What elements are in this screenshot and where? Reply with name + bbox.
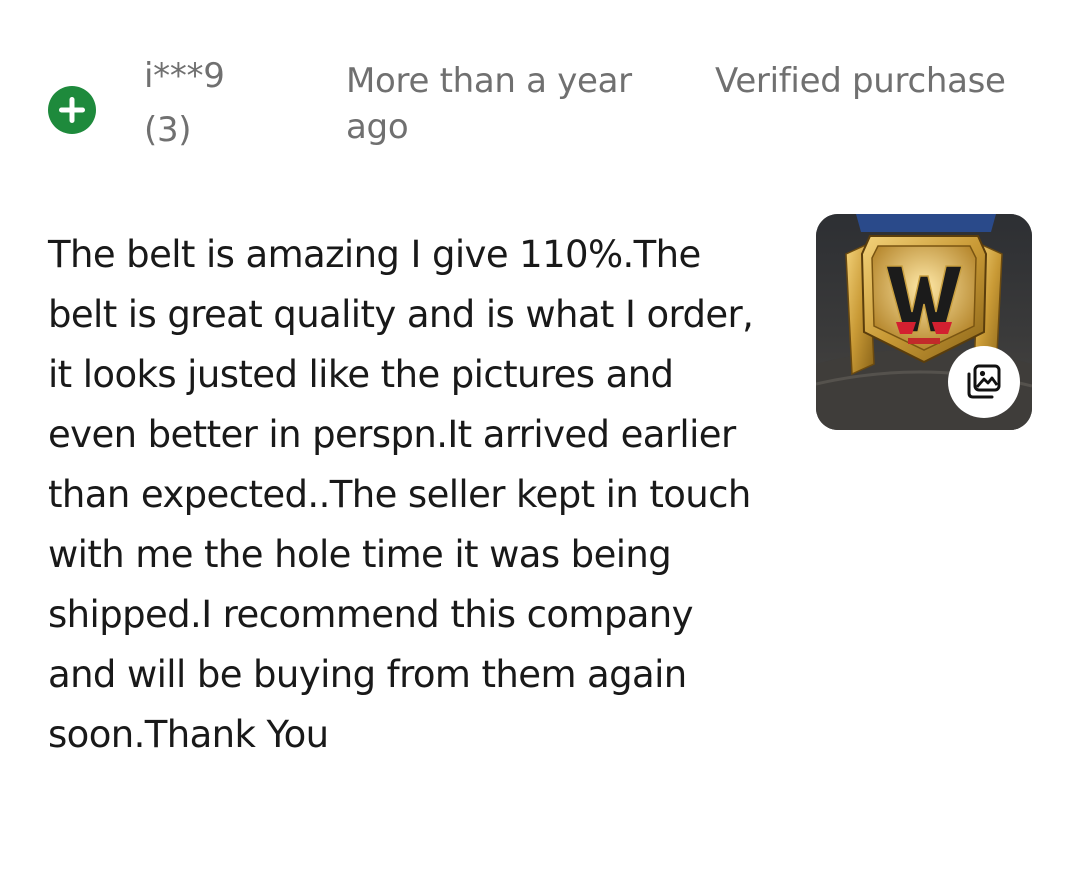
image-gallery-icon — [967, 364, 1001, 399]
image-gallery-button[interactable] — [948, 346, 1020, 418]
review-time: More than a year ago — [346, 61, 632, 147]
positive-feedback-icon — [48, 86, 96, 134]
reviewer-info[interactable]: i***9 (3) — [144, 52, 314, 154]
review-card: i***9 (3) More than a year ago Verified … — [0, 0, 1080, 871]
review-header: i***9 (3) More than a year ago Verified … — [0, 0, 1080, 190]
verified-purchase-label: Verified purchase — [715, 61, 1006, 101]
reviewer-rating-count: (3) — [144, 110, 192, 150]
reviewer-name[interactable]: i***9 — [144, 52, 314, 100]
review-body-text: The belt is amazing I give 110%.The belt… — [48, 233, 754, 756]
